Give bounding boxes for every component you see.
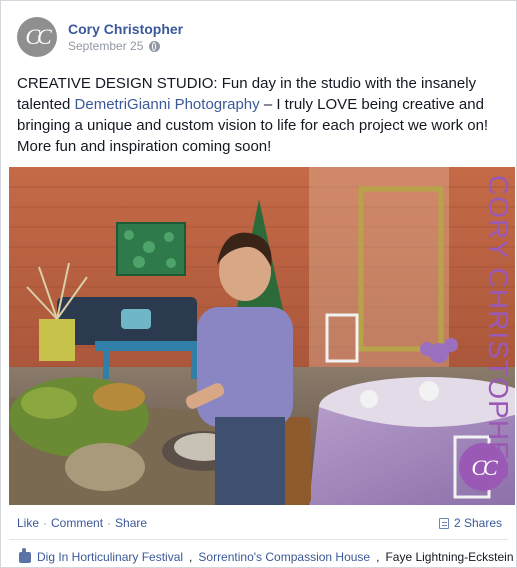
separator: , <box>189 550 193 564</box>
post-meta: September 25 <box>68 39 161 53</box>
separator: · <box>43 516 48 530</box>
planter <box>39 319 75 361</box>
watermark-text: CORY CHRISTOPHER <box>483 175 514 482</box>
watermark-logo-text: CC <box>471 455 498 480</box>
shares-count-link[interactable]: 2 Shares <box>438 516 502 530</box>
thumbs-up-icon <box>19 547 31 563</box>
post-date[interactable]: September 25 <box>68 39 143 53</box>
like-button[interactable]: Like <box>17 516 39 530</box>
avatar-initials: CC <box>25 24 51 49</box>
liker-link[interactable]: Faye Lightning-Eckstein <box>385 550 513 564</box>
share-button[interactable]: Share <box>115 516 147 530</box>
studio-photo-illustration: CORY CHRISTOPHER CC <box>9 167 515 505</box>
avatar[interactable]: CC <box>17 17 57 57</box>
post-actions: Like · Comment · Share <box>17 516 147 530</box>
tagged-page-link[interactable]: DemetriGianni Photography <box>75 96 260 113</box>
globe-icon[interactable] <box>149 40 161 52</box>
comment-button[interactable]: Comment <box>51 516 103 530</box>
post-photo[interactable]: CORY CHRISTOPHER CC <box>9 167 515 505</box>
post-text: CREATIVE DESIGN STUDIO: Fun day in the s… <box>17 73 497 157</box>
liker-link[interactable]: Sorrentino's Compassion House <box>198 550 370 564</box>
shares-count: 2 Shares <box>453 516 502 530</box>
share-icon <box>438 517 449 529</box>
author-name[interactable]: Cory Christopher <box>68 21 183 37</box>
likes-summary: Dig In Horticulinary Festival, Sorrentin… <box>19 547 514 564</box>
liker-link[interactable]: Dig In Horticulinary Festival <box>37 550 183 564</box>
facebook-post: CC Cory Christopher September 25 CREATIV… <box>0 0 517 568</box>
divider <box>9 539 508 540</box>
separator: , <box>376 550 380 564</box>
separator: · <box>107 516 112 530</box>
